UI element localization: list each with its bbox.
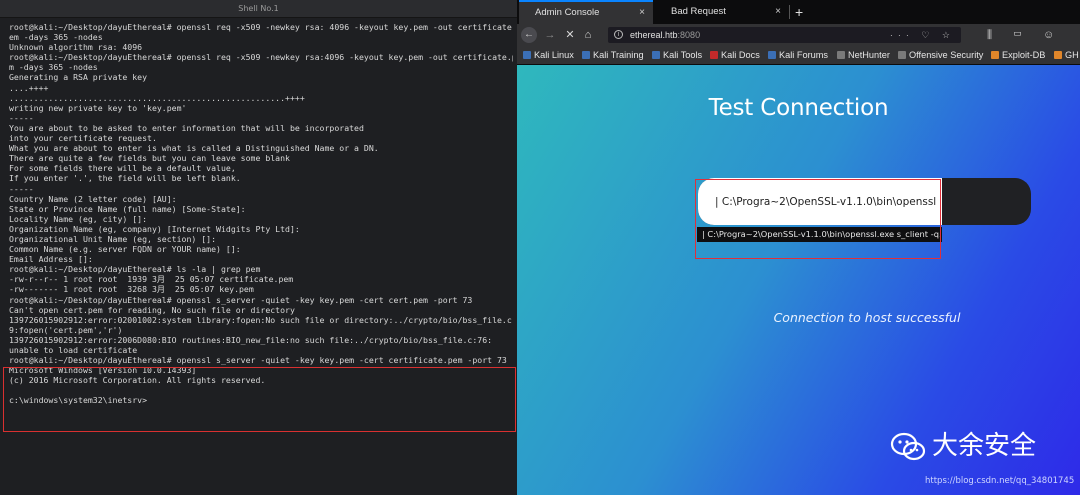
terminal-line: 139726015902912:error:2006D080:BIO routi… <box>9 334 493 345</box>
tab-label: Admin Console <box>535 7 600 18</box>
terminal-line: unable to load certificate <box>9 345 138 355</box>
bookmark-label: Exploit-DB <box>1002 50 1046 60</box>
tab-strip: Admin Console × Bad Request × + <box>517 0 1080 24</box>
bookmark-label: Kali Tools <box>663 50 703 60</box>
offsec-icon <box>898 51 906 59</box>
terminal-output[interactable]: root@kali:~/Desktop/dayuEthereal# openss… <box>9 22 513 406</box>
tab-label: Bad Request <box>671 6 726 17</box>
terminal-line: ----- <box>9 183 34 194</box>
info-icon[interactable]: i <box>614 30 623 39</box>
terminal-line: Email Address []: <box>9 254 93 265</box>
watermark-url: https://blog.csdn.net/qq_34801745 <box>925 476 1075 486</box>
browser-window: Admin Console × Bad Request × + ← → ✕ ⌂ … <box>517 0 1080 495</box>
terminal-line: ........................................… <box>9 92 305 103</box>
bookmark-label: Offensive Security <box>909 50 984 60</box>
home-button[interactable]: ⌂ <box>581 27 595 43</box>
nethunter-icon <box>837 51 845 59</box>
terminal-line: Can't open cert.pem for reading, No such… <box>9 304 295 315</box>
terminal-title: Shell No.1 <box>0 0 517 18</box>
highlight-box-input <box>695 179 941 259</box>
bookmark-label: NetHunter <box>848 50 890 60</box>
terminal-line: For some fields there will be a default … <box>9 163 236 174</box>
terminal-line: -rw------- 1 root root 3268 3月 25 05:07 … <box>9 284 254 295</box>
terminal-line: Organization Name (eg, company) [Interne… <box>9 223 300 234</box>
terminal-line: 9:fopen('cert.pem','r') <box>9 324 123 335</box>
terminal-line: Country Name (2 letter code) [AU]: <box>9 193 177 204</box>
terminal-line: Generating a RSA private key <box>9 72 148 83</box>
bookmark-kali-tools[interactable]: Kali Tools <box>652 46 702 64</box>
bookmark-label: GH <box>1065 50 1079 60</box>
page-content: Test Connection | C:\Progra~2\OpenSSL-v1… <box>517 65 1080 495</box>
terminal-line: There are quite a few fields but you can… <box>9 153 290 164</box>
bookmark-kali-forums[interactable]: Kali Forums <box>768 46 828 64</box>
back-button[interactable]: ← <box>521 27 537 43</box>
terminal-line: ----- <box>9 112 34 123</box>
terminal-line: Organizational Unit Name (eg, section) [… <box>9 233 217 244</box>
close-icon[interactable]: × <box>639 2 645 23</box>
ghdb-icon <box>1054 51 1062 59</box>
kali-icon <box>652 51 660 59</box>
terminal-line: Common Name (e.g. server FQDN or YOUR na… <box>9 244 241 255</box>
terminal-line: root@kali:~/Desktop/dayuEthereal# openss… <box>9 52 513 63</box>
kali-icon <box>582 51 590 59</box>
page-actions-icons[interactable]: ··· ♡ ☆ <box>890 27 955 43</box>
bookmark-exploit-db[interactable]: Exploit-DB <box>991 46 1045 64</box>
watermark: 大余安全 <box>890 429 1036 463</box>
navigation-toolbar: ← → ✕ ⌂ i ethereal.htb:8080 ··· ♡ ☆ ⫼ ▭ … <box>517 24 1080 57</box>
terminal-line: writing new private key to 'key.pem' <box>9 102 187 113</box>
bookmark-kali-docs[interactable]: Kali Docs <box>710 46 760 64</box>
bookmark-label: Kali Docs <box>721 50 760 60</box>
bookmark-label: Kali Forums <box>779 50 829 60</box>
bookmark-kali-linux[interactable]: Kali Linux <box>523 46 574 64</box>
new-tab-button[interactable]: + <box>795 0 803 24</box>
url-port: :8080 <box>677 30 701 40</box>
forward-button[interactable]: → <box>543 27 557 43</box>
url-text: ethereal.htb:8080 <box>630 27 700 43</box>
terminal-window[interactable]: Shell No.1 root@kali:~/Desktop/dayuEther… <box>0 0 517 495</box>
bookmark-ghdb[interactable]: GH <box>1054 46 1079 64</box>
close-icon[interactable]: × <box>775 0 781 24</box>
terminal-line: You are about to be asked to enter infor… <box>9 122 364 133</box>
bookmark-label: Kali Linux <box>534 50 574 60</box>
terminal-line: -rw-r--r-- 1 root root 1939 3月 25 05:07 … <box>9 274 294 285</box>
tab-bad-request[interactable]: Bad Request × <box>655 0 789 24</box>
terminal-line: What you are about to enter is what is c… <box>9 143 379 154</box>
tab-admin-console[interactable]: Admin Console × <box>519 0 653 24</box>
kali-docs-icon <box>710 51 718 59</box>
terminal-line: m -days 365 -nodes <box>9 62 98 73</box>
terminal-line: ....++++ <box>9 82 49 93</box>
bookmark-offensive-security[interactable]: Offensive Security <box>898 46 983 64</box>
watermark-brand: 大余安全 <box>932 431 1037 461</box>
exploitdb-icon <box>991 51 999 59</box>
terminal-line: root@kali:~/Desktop/dayuEthereal# openss… <box>9 355 507 366</box>
wechat-icon <box>890 432 926 460</box>
address-bar[interactable]: i ethereal.htb:8080 ··· ♡ ☆ <box>608 27 961 43</box>
terminal-line: root@kali:~/Desktop/dayuEthereal# openss… <box>9 294 473 305</box>
terminal-line: root@kali:~/Desktop/dayuEthereal# ls -la… <box>9 264 261 275</box>
terminal-line: Locality Name (eg, city) []: <box>9 213 148 224</box>
terminal-line: State or Province Name (full name) [Some… <box>9 203 246 214</box>
kali-icon <box>768 51 776 59</box>
tab-divider <box>789 5 790 19</box>
url-host: ethereal.htb <box>630 30 678 40</box>
bookmark-nethunter[interactable]: NetHunter <box>837 46 890 64</box>
bookmark-label: Kali Training <box>593 50 644 60</box>
page-title: Test Connection <box>708 95 889 121</box>
terminal-line: 139726015902912:error:02001002:system li… <box>9 314 513 325</box>
bookmark-kali-training[interactable]: Kali Training <box>582 46 644 64</box>
terminal-line: root@kali:~/Desktop/dayuEthereal# openss… <box>9 22 513 32</box>
kali-icon <box>523 51 531 59</box>
bookmarks-toolbar: Kali Linux Kali Training Kali Tools Kali… <box>517 46 1080 65</box>
highlight-box-terminal <box>3 367 516 432</box>
connection-status: Connection to host successful <box>773 310 961 325</box>
terminal-line: em -days 365 -nodes <box>9 32 103 43</box>
stop-button[interactable]: ✕ <box>563 27 577 43</box>
terminal-line: into your certificate request. <box>9 133 157 144</box>
terminal-line: If you enter '.', the field will be left… <box>9 173 241 184</box>
terminal-line: Unknown algorithm rsa: 4096 <box>9 42 143 53</box>
